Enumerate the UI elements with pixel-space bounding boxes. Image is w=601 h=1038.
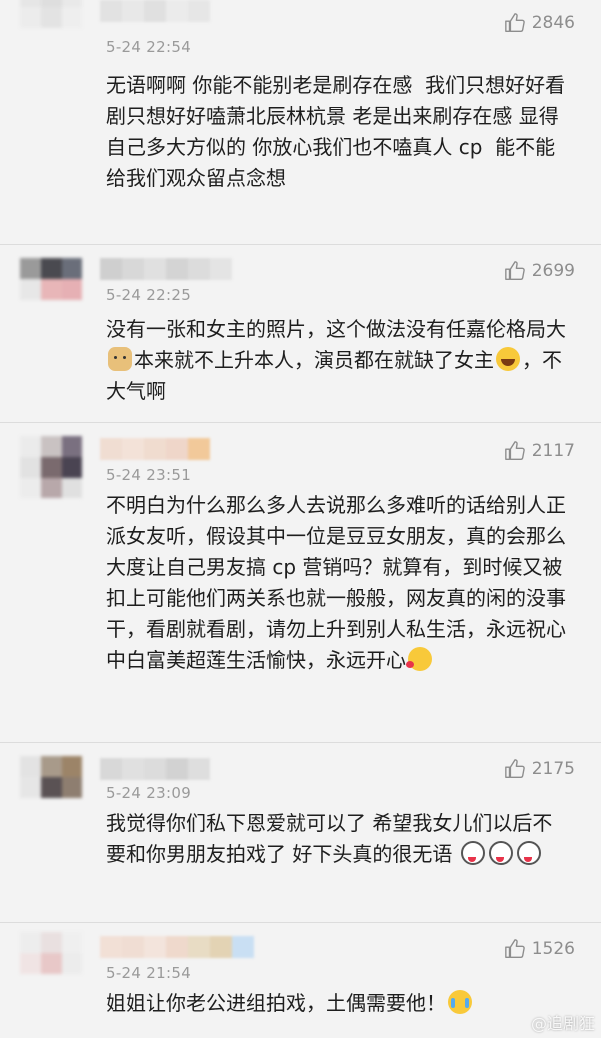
like-count: 2846 [531,13,575,33]
husky-icon [516,841,541,865]
thumbs-up-icon [504,13,525,32]
text-segment: 不明白为什么那么多人去说那么多难听的话给别人正派女友听，假设其中一位是豆豆女朋友… [106,493,566,672]
comment-time: 5-24 22:54 [106,38,192,56]
thumbs-up-icon [504,441,525,460]
comment-item: 5-24 23:09 2175 我觉得你们私下恩爱就可以了 希望我女儿们以后不要… [0,756,601,926]
comment-item: 5-24 22:54 2846 无语啊啊 你能不能别老是刷存在感 我们只想好好看… [0,0,601,240]
username[interactable] [100,0,210,26]
comment-time: 5-24 22:25 [106,286,192,304]
text-segment: 没有一张和女主的照片，这个做法没有任嘉伦格局大 [106,317,566,341]
thumbs-up-icon [504,759,525,778]
comment-item: 5-24 23:51 2117 不明白为什么那么多人去说那么多难听的话给别人正派… [0,436,601,736]
comment-item: 5-24 21:54 1526 姐姐让你老公进组拍戏，土偶需要他！ [0,932,601,1038]
avatar[interactable] [20,0,82,48]
comment-text: 不明白为什么那么多人去说那么多难听的话给别人正派女友听，假设其中一位是豆豆女朋友… [106,490,566,676]
divider [0,244,601,245]
like-count: 2699 [531,261,575,281]
avatar[interactable] [20,258,82,320]
like-button[interactable]: 2699 [504,260,575,282]
husky-icon [488,841,513,865]
comment-text: 姐姐让你老公进组拍戏，土偶需要他！ [106,988,566,1019]
text-segment: 本来就不上升本人，演员都在就缺了女主 [134,348,494,372]
like-count: 1526 [531,939,575,959]
like-count: 2117 [531,441,575,461]
like-button[interactable]: 2117 [504,440,575,462]
like-count: 2175 [531,759,575,779]
avatar[interactable] [20,932,82,994]
thumbs-up-icon [504,939,525,958]
kiss-icon [406,647,432,671]
doge-icon [108,347,132,371]
divider [0,422,601,423]
divider [0,922,601,923]
comment-item: 5-24 22:25 2699 没有一张和女主的照片，这个做法没有任嘉伦格局大本… [0,258,601,428]
cry-icon [448,990,472,1014]
comment-time: 5-24 21:54 [106,964,192,982]
like-button[interactable]: 1526 [504,938,575,960]
comment-time: 5-24 23:09 [106,784,192,802]
like-button[interactable]: 2846 [504,12,575,34]
username[interactable] [100,258,232,284]
watermark: @追剧狂 [530,1014,595,1033]
divider [0,742,601,743]
comment-text: 我觉得你们私下恩爱就可以了 希望我女儿们以后不要和你男朋友拍戏了 好下头真的很无… [106,808,566,870]
like-button[interactable]: 2175 [504,758,575,780]
comment-time: 5-24 23:51 [106,466,192,484]
husky-icon [460,841,485,865]
avatar[interactable] [20,436,82,498]
laugh-cry-icon [496,347,520,371]
username[interactable] [100,936,254,962]
avatar[interactable] [20,756,82,818]
text-segment: 我觉得你们私下恩爱就可以了 希望我女儿们以后不要和你男朋友拍戏了 好下头真的很无… [106,811,553,866]
comment-text: 无语啊啊 你能不能别老是刷存在感 我们只想好好看剧只想好好嗑萧北辰林杭景 老是出… [106,73,566,190]
thumbs-up-icon [504,261,525,280]
text-segment: 姐姐让你老公进组拍戏，土偶需要他！ [106,991,446,1015]
username[interactable] [100,438,210,464]
comment-text: 没有一张和女主的照片，这个做法没有任嘉伦格局大本来就不上升本人，演员都在就缺了女… [106,314,566,407]
username[interactable] [100,758,210,784]
